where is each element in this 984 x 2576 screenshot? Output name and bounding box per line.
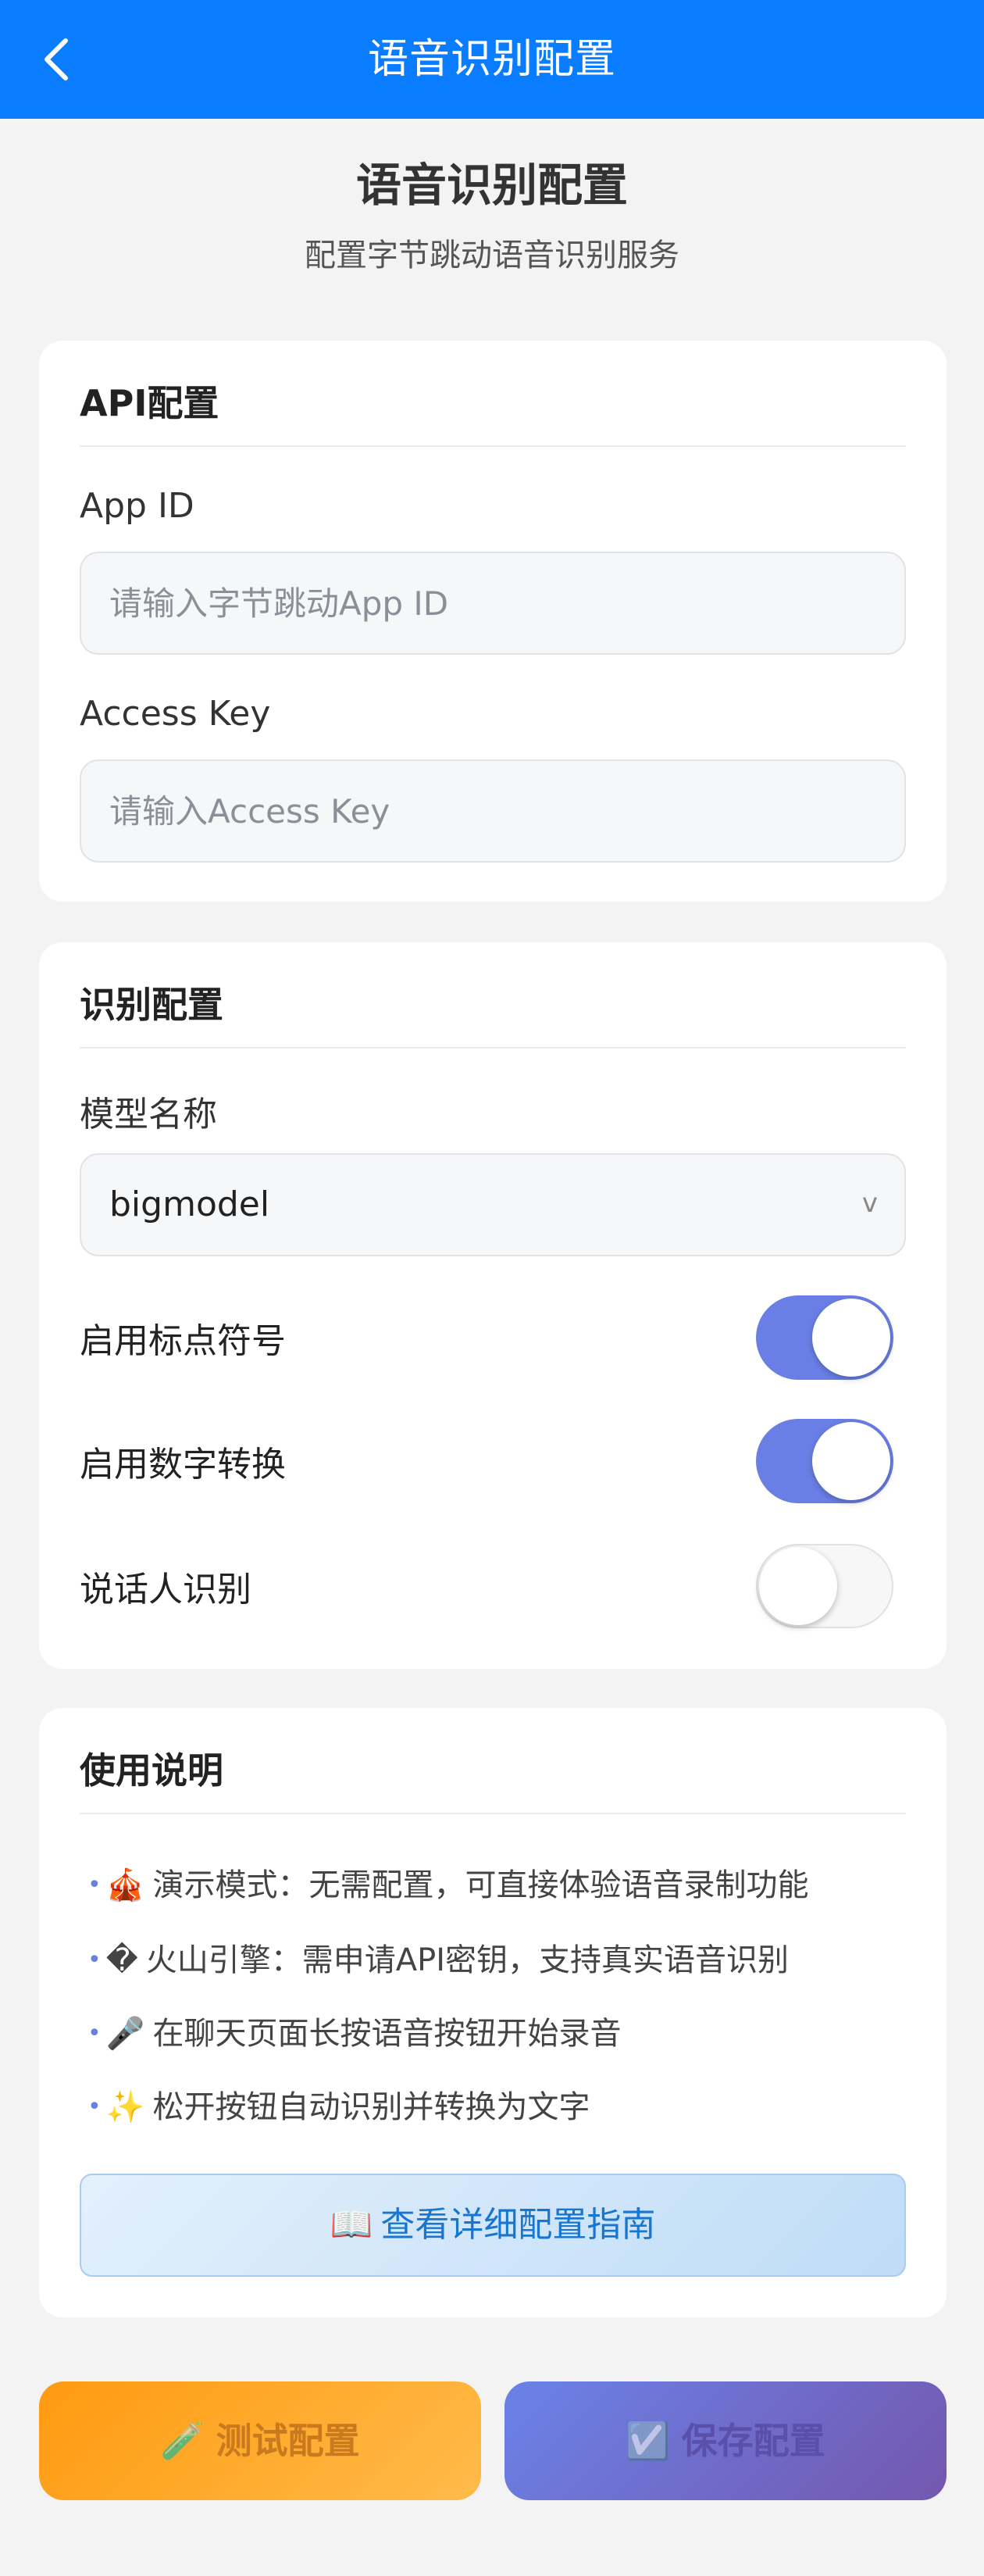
recognition-config-title: 识别配置 bbox=[80, 984, 223, 1026]
circus-tent-icon: 🎪 bbox=[105, 1867, 145, 1903]
view-guide-button-label: 查看详细配置指南 bbox=[380, 2205, 656, 2245]
save-config-button[interactable]: ☑️ 保存配置 bbox=[504, 2381, 947, 2500]
volcano-icon: � bbox=[105, 1942, 138, 1978]
recognition-config-card: 识别配置 模型名称 bigmodel v 启用标点符号 启用数字转换 说话人识别 bbox=[39, 942, 947, 1669]
bullet: • bbox=[87, 2093, 102, 2120]
navbar-title: 语音识别配置 bbox=[367, 36, 616, 83]
toggle-knob bbox=[759, 1547, 837, 1625]
usage-item-text: 演示模式：无需配置，可直接体验语音录制功能 bbox=[152, 1867, 809, 1903]
usage-item: • 🎪 演示模式：无需配置，可直接体验语音录制功能 bbox=[87, 1860, 809, 1905]
bullet: • bbox=[87, 1871, 102, 1899]
punctuation-toggle-label: 启用标点符号 bbox=[80, 1321, 286, 1361]
book-icon: 📖 bbox=[330, 2205, 373, 2245]
save-config-button-label: 保存配置 bbox=[681, 2420, 825, 2462]
usage-item: • � 火山引擎：需申请API密钥，支持真实语音识别 bbox=[87, 1935, 789, 1980]
page-subtitle: 配置字节跳动语音识别服务 bbox=[305, 238, 679, 273]
chevron-down-icon: v bbox=[861, 1188, 878, 1219]
divider bbox=[80, 1813, 906, 1814]
usage-title: 使用说明 bbox=[80, 1749, 223, 1792]
punctuation-toggle[interactable] bbox=[756, 1295, 893, 1380]
speaker-recognition-toggle[interactable] bbox=[756, 1544, 893, 1628]
app-id-input[interactable] bbox=[80, 552, 906, 655]
usage-item-text: 在聊天页面长按语音按钮开始录音 bbox=[152, 2016, 622, 2052]
number-conversion-toggle-label: 启用数字转换 bbox=[80, 1445, 286, 1485]
sparkles-icon: ✨ bbox=[105, 2089, 145, 2125]
divider bbox=[80, 1047, 906, 1049]
bullet: • bbox=[87, 1946, 102, 1974]
api-config-title: API配置 bbox=[80, 382, 219, 424]
divider bbox=[80, 445, 906, 447]
page-title: 语音识别配置 bbox=[355, 159, 628, 212]
bullet: • bbox=[87, 2020, 102, 2047]
navbar: 语音识别配置 bbox=[0, 0, 984, 119]
test-config-button[interactable]: 🧪 测试配置 bbox=[39, 2381, 481, 2500]
speaker-recognition-toggle-label: 说话人识别 bbox=[80, 1570, 251, 1610]
view-guide-button[interactable]: 📖 查看详细配置指南 bbox=[80, 2174, 906, 2277]
model-select-value: bigmodel bbox=[109, 1184, 270, 1224]
model-select[interactable]: bigmodel v bbox=[80, 1153, 906, 1256]
usage-item: • 🎤 在聊天页面长按语音按钮开始录音 bbox=[87, 2008, 622, 2053]
model-name-label: 模型名称 bbox=[80, 1095, 217, 1134]
microphone-icon: 🎤 bbox=[105, 2016, 145, 2052]
check-box-icon: ☑️ bbox=[626, 2420, 671, 2462]
app-id-label: App ID bbox=[80, 486, 194, 526]
usage-item-text: 火山引擎：需申请API密钥，支持真实语音识别 bbox=[145, 1942, 789, 1978]
number-conversion-toggle[interactable] bbox=[756, 1419, 893, 1503]
toggle-knob bbox=[812, 1299, 890, 1377]
test-tube-icon: 🧪 bbox=[160, 2420, 205, 2462]
test-config-button-label: 测试配置 bbox=[216, 2420, 360, 2462]
toggle-knob bbox=[812, 1422, 890, 1500]
usage-item-text: 松开按钮自动识别并转换为文字 bbox=[152, 2089, 590, 2125]
usage-card: 使用说明 • 🎪 演示模式：无需配置，可直接体验语音录制功能 • � 火山引擎：需申请A… bbox=[39, 1708, 947, 2317]
api-config-card: API配置 App ID Access Key bbox=[39, 341, 947, 902]
access-key-input[interactable] bbox=[80, 759, 906, 863]
access-key-label: Access Key bbox=[80, 694, 271, 734]
usage-item: • ✨ 松开按钮自动识别并转换为文字 bbox=[87, 2081, 590, 2127]
